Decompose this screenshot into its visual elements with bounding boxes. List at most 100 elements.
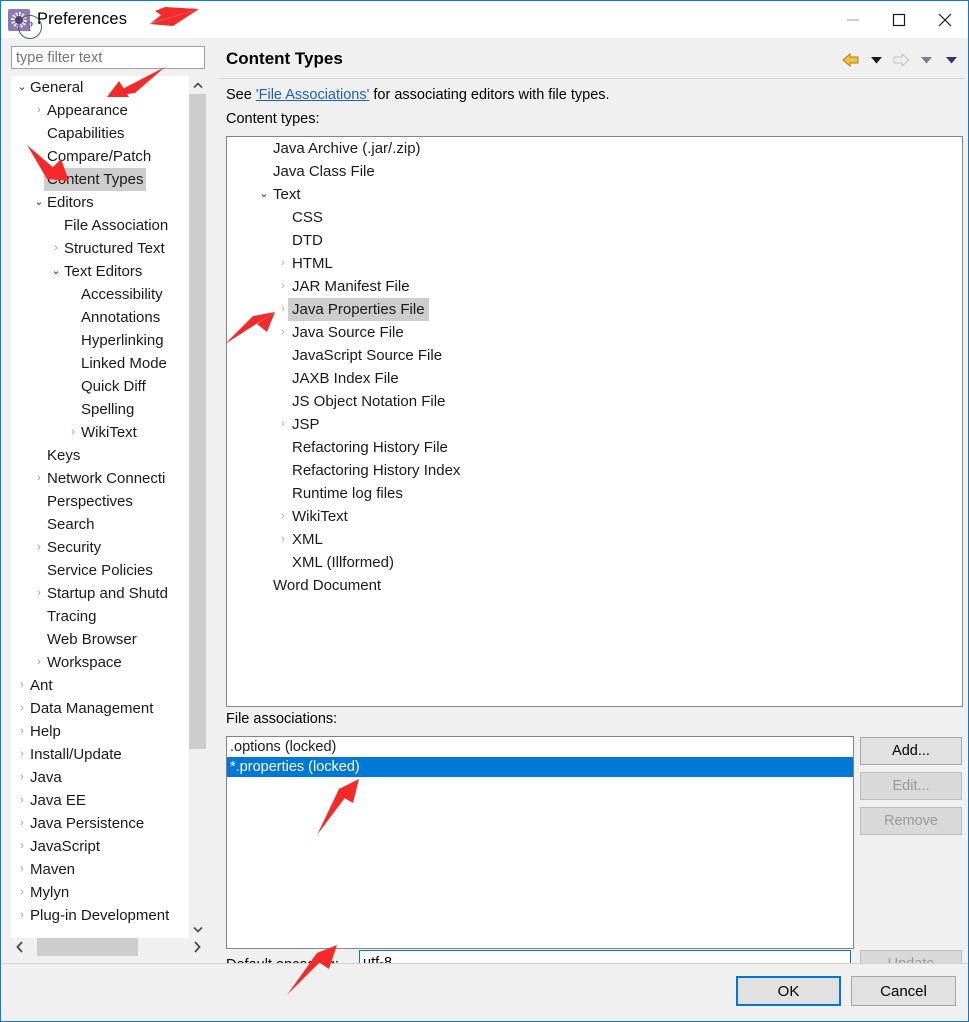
chevron-right-icon[interactable]: ›: [31, 651, 47, 674]
sidebar-item-startup-and-shutd[interactable]: › Startup and Shutd: [11, 582, 189, 605]
scroll-right-icon[interactable]: [188, 938, 206, 956]
chevron-right-icon[interactable]: ›: [31, 582, 47, 605]
sidebar-item-annotations[interactable]: Annotations: [11, 306, 189, 329]
file-associations-list[interactable]: .options (locked) *.properties (locked): [226, 736, 854, 949]
sidebar-item-java[interactable]: › Java: [11, 766, 189, 789]
sidebar-horizontal-scrollbar[interactable]: [11, 938, 206, 956]
sidebar-vertical-scrollbar[interactable]: [189, 76, 206, 938]
sidebar-item-plug-in-development[interactable]: › Plug-in Development: [11, 904, 189, 927]
scroll-up-icon[interactable]: [189, 76, 206, 94]
sidebar-item-mylyn[interactable]: › Mylyn: [11, 881, 189, 904]
content-type-row[interactable]: Refactoring History File: [227, 436, 962, 459]
chevron-right-icon[interactable]: ›: [48, 237, 64, 260]
sidebar-item-capabilities[interactable]: Capabilities: [11, 122, 189, 145]
content-type-row[interactable]: Refactoring History Index: [227, 459, 962, 482]
add-button[interactable]: Add...: [860, 737, 962, 765]
content-type-row[interactable]: DTD: [227, 229, 962, 252]
help-icon[interactable]: ?: [18, 15, 42, 39]
scroll-left-icon[interactable]: [11, 938, 29, 956]
chevron-right-icon[interactable]: ›: [31, 99, 47, 122]
sidebar-item-java-ee[interactable]: › Java EE: [11, 789, 189, 812]
sidebar-item-spelling[interactable]: Spelling: [11, 398, 189, 421]
sidebar-scroll-thumb[interactable]: [189, 94, 206, 749]
content-type-row[interactable]: JAXB Index File: [227, 367, 962, 390]
sidebar-item-appearance[interactable]: › Appearance: [11, 99, 189, 122]
chevron-right-icon[interactable]: ›: [14, 743, 30, 766]
content-type-row[interactable]: › Java Source File: [227, 321, 962, 344]
sidebar-item-text-editors[interactable]: ⌄ Text Editors: [11, 260, 189, 283]
filter-input[interactable]: [11, 46, 205, 69]
sidebar-item-security[interactable]: › Security: [11, 536, 189, 559]
sidebar-item-data-management[interactable]: › Data Management: [11, 697, 189, 720]
sidebar-item-javascript[interactable]: › JavaScript: [11, 835, 189, 858]
chevron-right-icon[interactable]: ›: [274, 528, 292, 551]
sidebar-item-structured-text[interactable]: › Structured Text: [11, 237, 189, 260]
sidebar-item-help[interactable]: › Help: [11, 720, 189, 743]
content-type-row[interactable]: Runtime log files: [227, 482, 962, 505]
chevron-right-icon[interactable]: ›: [31, 536, 47, 559]
sidebar-item-hyperlinking[interactable]: Hyperlinking: [11, 329, 189, 352]
sidebar-item-content-types[interactable]: Content Types: [11, 168, 189, 191]
chevron-right-icon[interactable]: ›: [274, 275, 292, 298]
sidebar-item-compare-patch[interactable]: Compare/Patch: [11, 145, 189, 168]
maximize-button[interactable]: [876, 1, 922, 38]
content-type-row[interactable]: Java Archive (.jar/.zip): [227, 137, 962, 160]
sidebar-item-linked-mode[interactable]: Linked Mode: [11, 352, 189, 375]
chevron-right-icon[interactable]: ›: [14, 697, 30, 720]
content-type-row[interactable]: Word Document: [227, 574, 962, 597]
chevron-down-icon[interactable]: ⌄: [48, 260, 64, 283]
sidebar-hscroll-thumb[interactable]: [37, 938, 138, 956]
content-type-row[interactable]: Java Class File: [227, 160, 962, 183]
sidebar-item-java-persistence[interactable]: › Java Persistence: [11, 812, 189, 835]
sidebar-item-general[interactable]: ⌄ General: [11, 76, 189, 99]
file-association-row[interactable]: *.properties (locked): [227, 757, 853, 777]
chevron-right-icon[interactable]: ›: [14, 904, 30, 927]
content-type-row[interactable]: › XML: [227, 528, 962, 551]
sidebar-item-keys[interactable]: Keys: [11, 444, 189, 467]
file-association-row[interactable]: .options (locked): [227, 737, 853, 757]
sidebar-item-search[interactable]: Search: [11, 513, 189, 536]
chevron-right-icon[interactable]: ›: [274, 252, 292, 275]
chevron-right-icon[interactable]: ›: [14, 720, 30, 743]
sidebar-item-editors[interactable]: ⌄ Editors: [11, 191, 189, 214]
content-type-row[interactable]: JS Object Notation File: [227, 390, 962, 413]
sidebar-item-workspace[interactable]: › Workspace: [11, 651, 189, 674]
content-type-row[interactable]: XML (Illformed): [227, 551, 962, 574]
sidebar-item-install-update[interactable]: › Install/Update: [11, 743, 189, 766]
file-associations-link[interactable]: 'File Associations': [256, 87, 370, 103]
view-menu-dropdown-icon[interactable]: [939, 49, 963, 71]
content-type-row[interactable]: › Java Properties File: [227, 298, 962, 321]
chevron-right-icon[interactable]: ›: [14, 812, 30, 835]
forward-dropdown-icon[interactable]: [914, 49, 938, 71]
minimize-button[interactable]: [830, 1, 876, 38]
content-type-row[interactable]: › JSP: [227, 413, 962, 436]
sidebar-item-web-browser[interactable]: Web Browser: [11, 628, 189, 651]
content-type-row[interactable]: › JAR Manifest File: [227, 275, 962, 298]
back-dropdown-icon[interactable]: [864, 49, 888, 71]
content-type-row[interactable]: ⌄ Text: [227, 183, 962, 206]
chevron-down-icon[interactable]: ⌄: [255, 183, 273, 206]
chevron-right-icon[interactable]: ›: [14, 835, 30, 858]
content-type-row[interactable]: CSS: [227, 206, 962, 229]
content-type-row[interactable]: › HTML: [227, 252, 962, 275]
chevron-down-icon[interactable]: ⌄: [14, 76, 30, 99]
ok-button[interactable]: OK: [736, 976, 841, 1006]
back-arrow-icon[interactable]: [839, 49, 863, 71]
sidebar-item-maven[interactable]: › Maven: [11, 858, 189, 881]
chevron-down-icon[interactable]: ⌄: [31, 191, 47, 214]
chevron-right-icon[interactable]: ›: [14, 858, 30, 881]
sidebar-item-tracing[interactable]: Tracing: [11, 605, 189, 628]
content-type-row[interactable]: › WikiText: [227, 505, 962, 528]
chevron-right-icon[interactable]: ›: [14, 881, 30, 904]
chevron-right-icon[interactable]: ›: [14, 674, 30, 697]
close-button[interactable]: [922, 1, 968, 38]
chevron-right-icon[interactable]: ›: [274, 505, 292, 528]
sidebar-item-perspectives[interactable]: Perspectives: [11, 490, 189, 513]
content-types-list[interactable]: Java Archive (.jar/.zip) Java Class File ⌄…: [226, 136, 963, 707]
chevron-right-icon[interactable]: ›: [31, 467, 47, 490]
sidebar-item-ant[interactable]: › Ant: [11, 674, 189, 697]
sidebar-item-accessibility[interactable]: Accessibility: [11, 283, 189, 306]
sidebar-item-wikitext[interactable]: › WikiText: [11, 421, 189, 444]
sidebar-item-file-association[interactable]: File Association: [11, 214, 189, 237]
chevron-right-icon[interactable]: ›: [14, 789, 30, 812]
